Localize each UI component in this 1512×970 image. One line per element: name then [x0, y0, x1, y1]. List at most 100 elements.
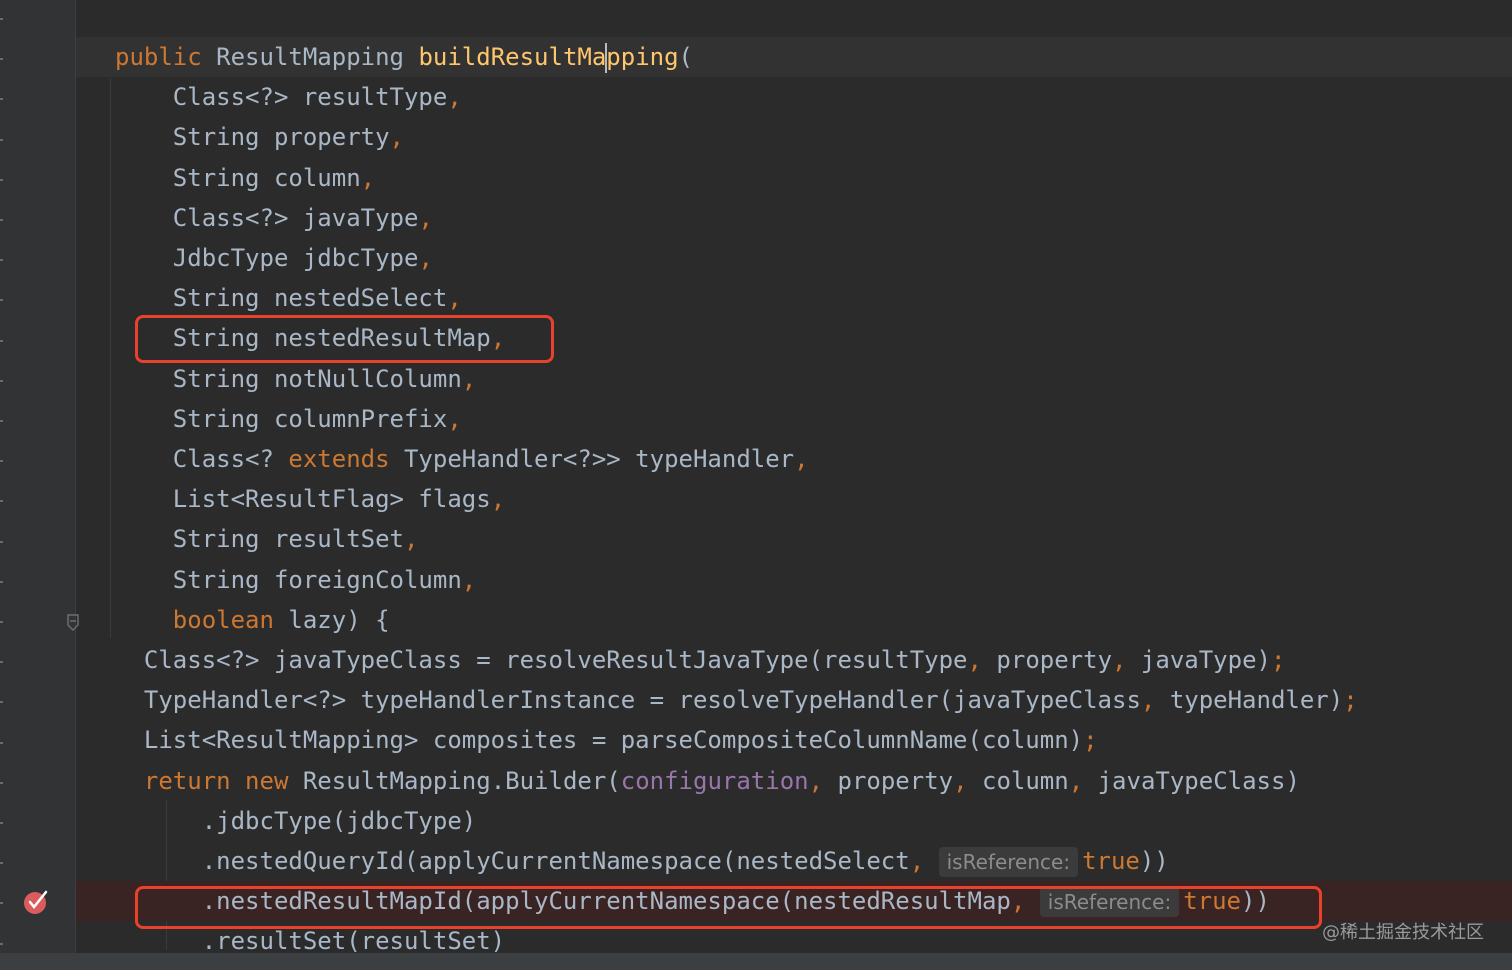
- code-token: property: [996, 646, 1113, 674]
- code-token: ResultMapping.Builder(: [302, 766, 621, 795]
- gutter-tick: [0, 741, 3, 744]
- code-token: String notNullColumn: [115, 364, 462, 393]
- code-token: String resultSet: [115, 525, 404, 554]
- code-token: buildResultMa: [418, 43, 607, 71]
- code-token: ,: [447, 404, 462, 433]
- code-editor[interactable]: public ResultMapping buildResultMapping(…: [76, 0, 1512, 953]
- editor-gutter[interactable]: [0, 0, 76, 953]
- code-token: ,: [808, 766, 838, 795]
- code-token: Class<?: [115, 445, 289, 473]
- editor-top-band: [76, 0, 1512, 36]
- gutter-tick: [0, 379, 3, 382]
- code-token: String column: [115, 163, 361, 192]
- code-line[interactable]: String columnPrefix,: [76, 399, 1512, 439]
- gutter-tick: [0, 621, 3, 623]
- gutter-tick: [0, 138, 3, 141]
- code-token: ,: [418, 244, 433, 272]
- code-token: (: [678, 43, 693, 71]
- code-token: ,: [418, 203, 433, 232]
- code-line[interactable]: Class<?> javaTypeClass = resolveResultJa…: [76, 640, 1512, 680]
- code-token: String property: [115, 123, 390, 152]
- code-line[interactable]: List<ResultFlag> flags,: [76, 479, 1512, 519]
- code-token: ,: [461, 565, 477, 594]
- code-token: property: [837, 766, 954, 795]
- gutter-tick: [0, 219, 3, 221]
- gutter-tick: [0, 902, 3, 905]
- code-token: ,: [389, 123, 404, 152]
- gutter-tick: [0, 500, 3, 503]
- code-token: ,: [360, 163, 376, 192]
- gutter-tick: [0, 18, 3, 20]
- highlight-param-nested-result-map: [135, 315, 554, 363]
- code-token: ,: [403, 525, 419, 554]
- bottom-scrollbar[interactable]: [0, 953, 1512, 970]
- code-token: String nestedSelect: [115, 284, 448, 313]
- code-token: .jdbcType(jdbcType): [115, 806, 477, 835]
- code-line[interactable]: .nestedQueryId(applyCurrentNamespace(nes…: [76, 841, 1512, 881]
- gutter-tick: [0, 299, 3, 302]
- code-token: .resultSet(resultSet): [115, 927, 506, 953]
- code-token: pping: [606, 43, 679, 71]
- gutter-tick: [0, 259, 3, 262]
- code-line[interactable]: return new ResultMapping.Builder(configu…: [76, 761, 1512, 801]
- code-token: boolean: [172, 605, 289, 634]
- code-line[interactable]: Class<?> resultType,: [76, 77, 1512, 117]
- code-token: ;: [1270, 646, 1286, 674]
- code-token: column: [982, 766, 1069, 795]
- gutter-tick: [0, 781, 3, 784]
- breakpoint-check-icon[interactable]: [22, 888, 50, 916]
- code-line[interactable]: public ResultMapping buildResultMapping(: [76, 37, 1512, 77]
- gutter-tick: [0, 862, 3, 865]
- code-line[interactable]: String notNullColumn,: [76, 359, 1512, 399]
- code-line[interactable]: Class<?> javaType,: [76, 198, 1512, 238]
- code-token: ,: [967, 646, 997, 674]
- parameter-hint: isReference:: [938, 847, 1079, 877]
- code-token: return new: [143, 766, 303, 795]
- code-token: ,: [794, 445, 809, 473]
- highlight-nested-result-map-id-call: [135, 886, 1322, 929]
- gutter-tick: [0, 822, 3, 824]
- gutter-tick: [0, 661, 3, 664]
- code-token: ;: [1083, 726, 1098, 755]
- code-token: ResultMapping: [216, 43, 419, 71]
- code-line[interactable]: String nestedSelect,: [76, 278, 1512, 318]
- code-line[interactable]: .jdbcType(jdbcType): [76, 801, 1512, 841]
- code-token: true: [1082, 847, 1140, 875]
- gutter-tick: [0, 701, 3, 704]
- code-token: JdbcType jdbcType: [115, 244, 419, 272]
- code-token: ,: [909, 847, 939, 875]
- gutter-tick: [0, 460, 3, 463]
- code-line[interactable]: List<ResultMapping> composites = parseCo…: [76, 720, 1512, 760]
- code-token: extends: [288, 445, 404, 473]
- gutter-tick: [0, 58, 3, 61]
- code-token: String foreignColumn: [115, 565, 462, 594]
- code-token: ,: [447, 284, 462, 313]
- code-token: Class<?> resultType: [115, 83, 448, 112]
- gutter-tick: [0, 942, 3, 945]
- code-token: ,: [1140, 686, 1170, 715]
- code-token: typeHandler): [1169, 686, 1344, 715]
- code-token: ,: [1068, 766, 1098, 795]
- code-token: List<ResultFlag> flags: [115, 485, 491, 514]
- code-line[interactable]: boolean lazy) {: [76, 600, 1512, 640]
- code-token: javaTypeClass): [1097, 766, 1300, 795]
- code-token: ;: [1343, 686, 1358, 715]
- code-token: )): [1139, 847, 1169, 875]
- code-token: ,: [447, 83, 462, 112]
- code-token: ,: [461, 364, 477, 393]
- code-line[interactable]: String column,: [76, 158, 1512, 198]
- code-token: public: [115, 43, 217, 71]
- code-token: String columnPrefix: [115, 404, 448, 433]
- gutter-tick: [0, 178, 3, 181]
- code-line[interactable]: String foreignColumn,: [76, 560, 1512, 600]
- code-token: Class<?> javaTypeClass = resolveResultJa…: [115, 646, 968, 674]
- code-line[interactable]: JdbcType jdbcType,: [76, 238, 1512, 278]
- code-token: ,: [953, 766, 982, 795]
- code-line[interactable]: String property,: [76, 117, 1512, 157]
- code-line[interactable]: String resultSet,: [76, 519, 1512, 559]
- gutter-tick: [0, 420, 3, 422]
- code-line[interactable]: TypeHandler<?> typeHandlerInstance = res…: [76, 680, 1512, 720]
- code-token: lazy) {: [288, 605, 390, 634]
- code-line[interactable]: Class<? extends TypeHandler<?>> typeHand…: [76, 439, 1512, 479]
- code-token: TypeHandler<?>> typeHandler: [403, 445, 795, 473]
